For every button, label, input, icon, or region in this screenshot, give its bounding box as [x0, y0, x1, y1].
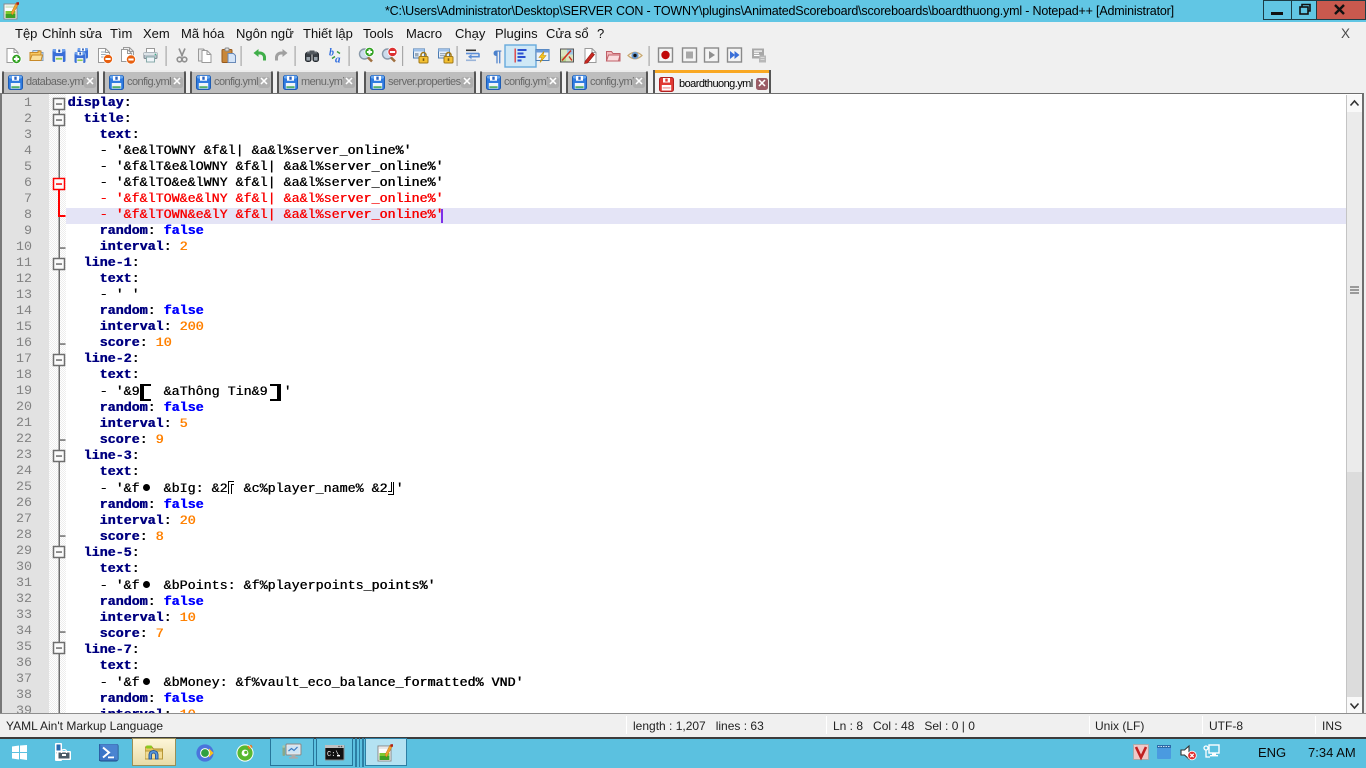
svg-text:¶: ¶ [493, 49, 502, 66]
svg-text:a: a [335, 54, 341, 66]
